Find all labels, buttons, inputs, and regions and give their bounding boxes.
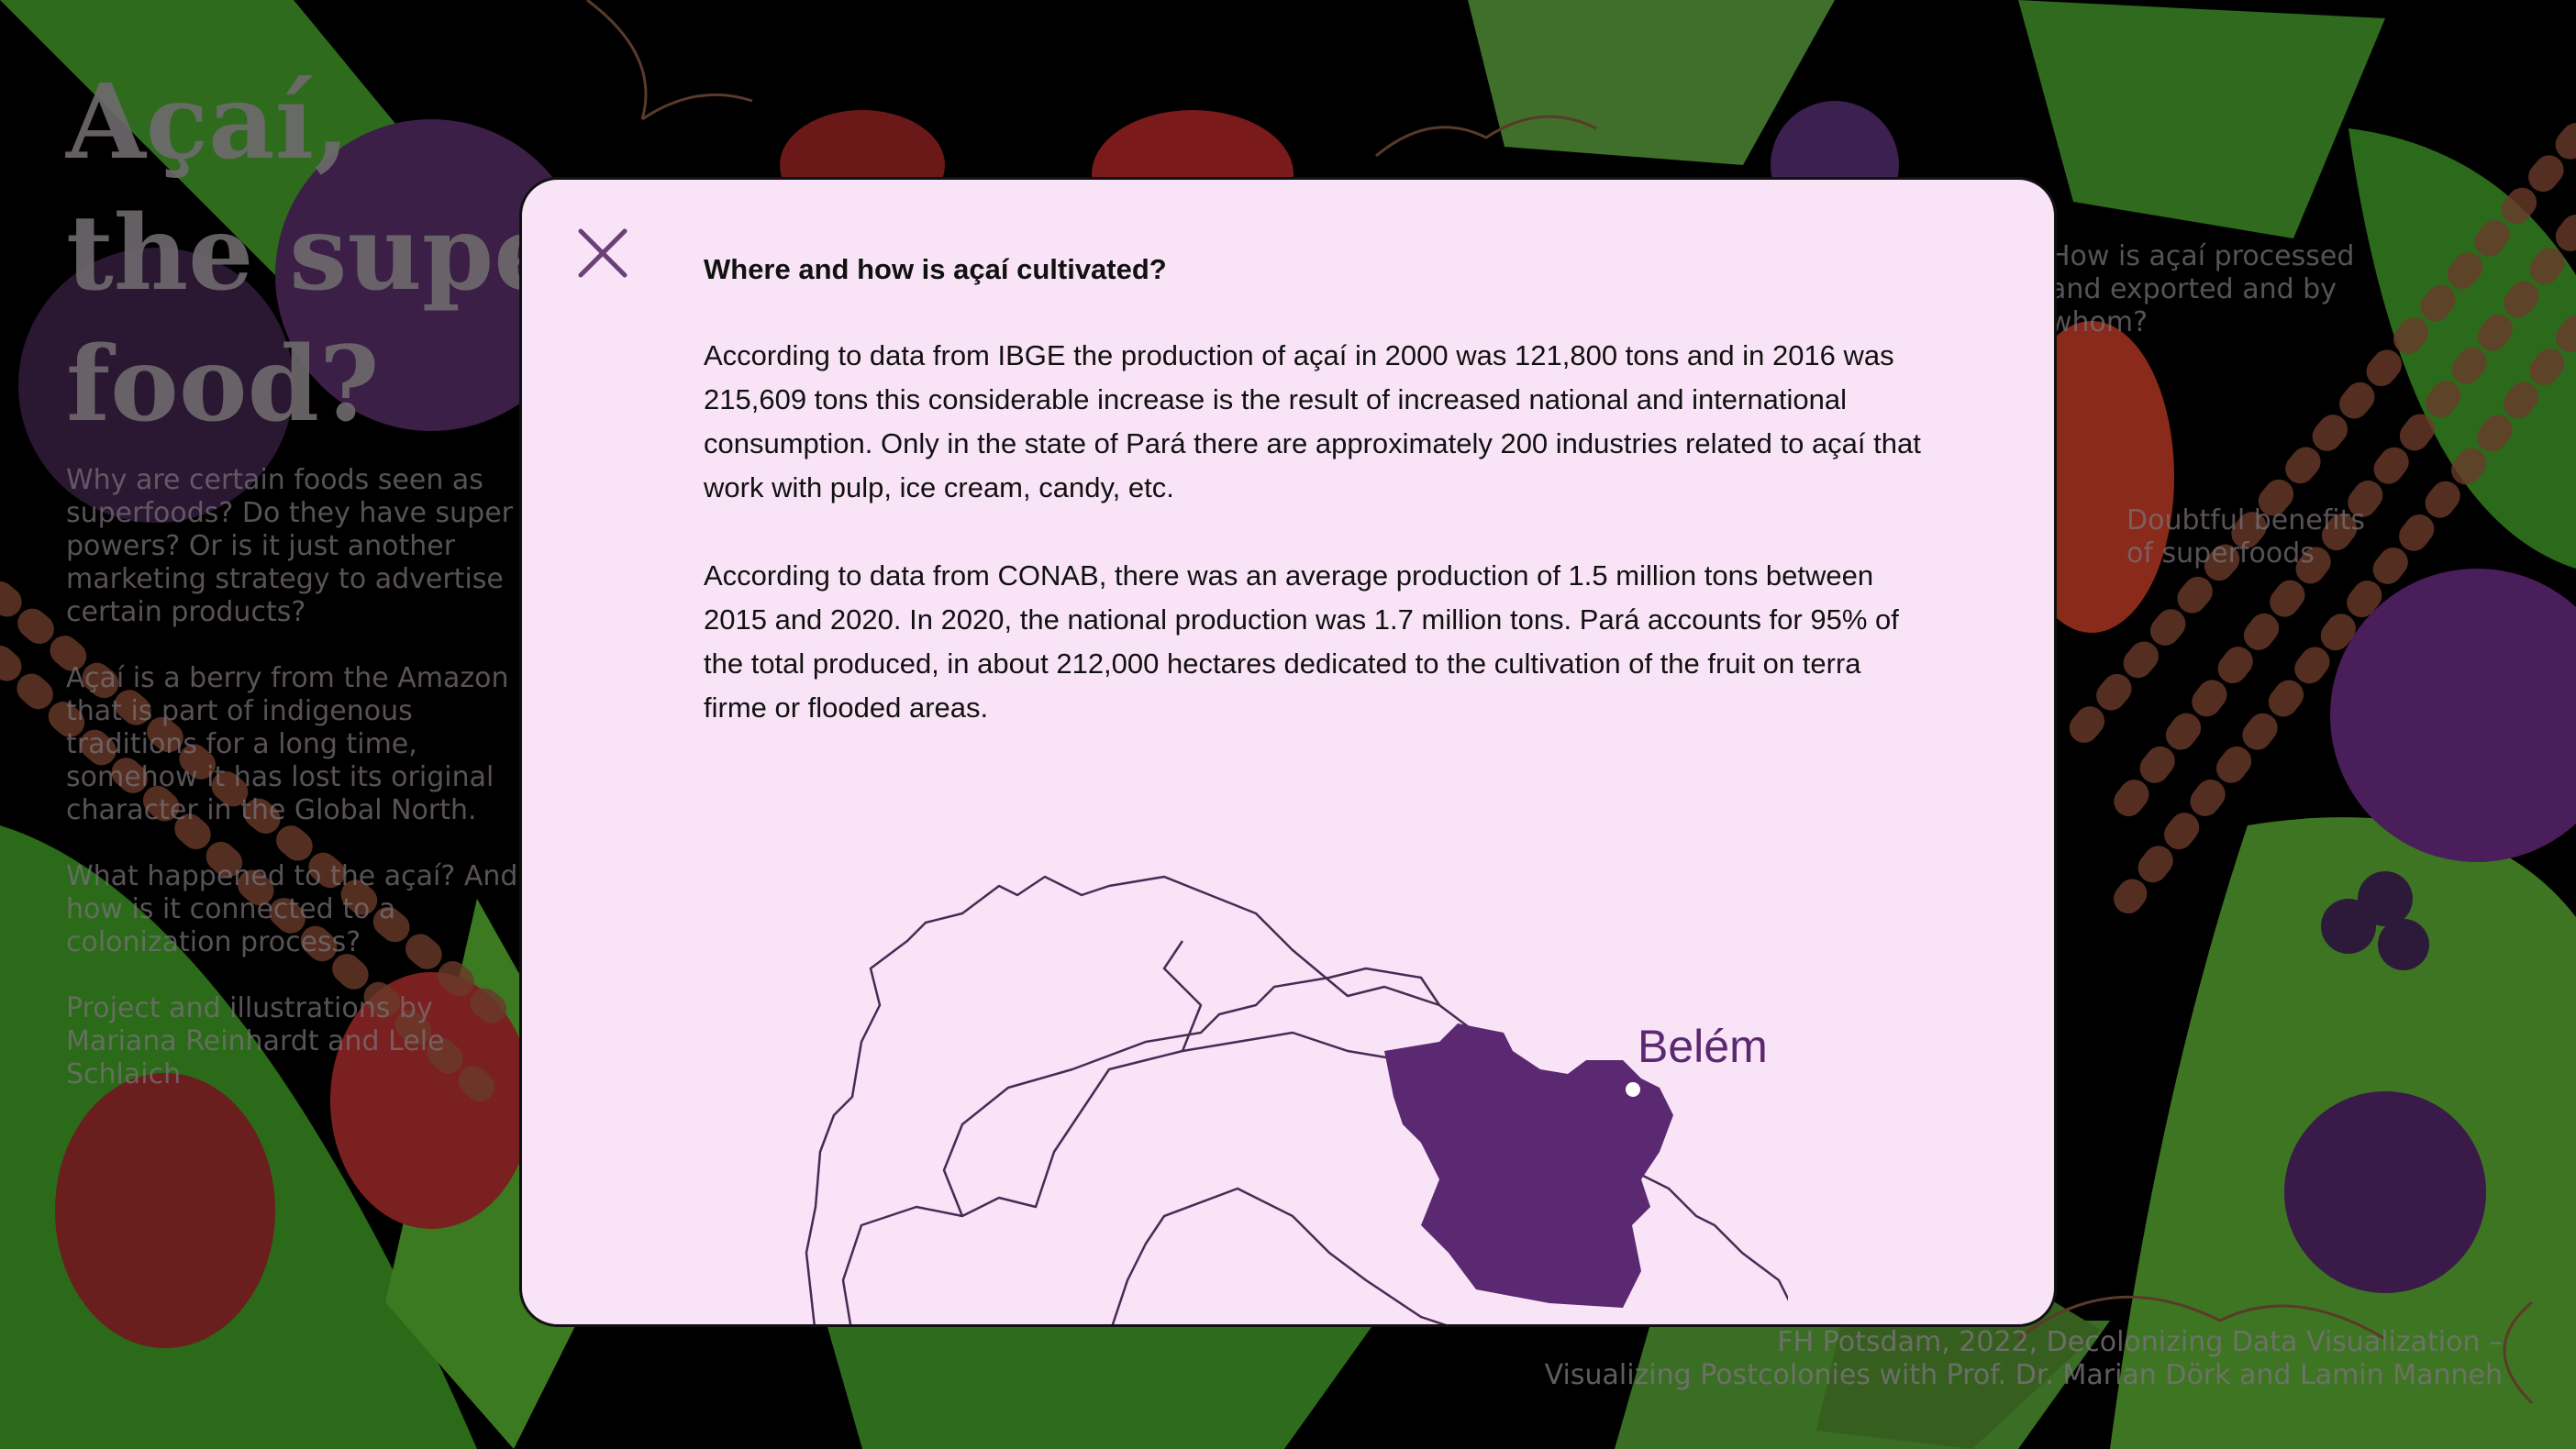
- close-icon: [578, 228, 627, 278]
- belem-marker: [1626, 1082, 1640, 1097]
- info-modal: Where and how is açaí cultivated? Accord…: [519, 177, 2057, 1327]
- intro-paragraph: What happened to the açaí? And how is it…: [66, 860, 518, 958]
- close-button[interactable]: [575, 226, 630, 281]
- belem-label: Belém: [1638, 1021, 1768, 1072]
- modal-title: Where and how is açaí cultivated?: [704, 253, 1167, 285]
- intro-paragraph: Açaí is a berry from the Amazon that is …: [66, 662, 509, 826]
- footer-credit: FH Potsdam, 2022, Decolonizing Data Visu…: [1544, 1326, 2503, 1391]
- modal-paragraph: According to data from CONAB, there was …: [704, 559, 1899, 724]
- link-doubtful-benefits[interactable]: Doubtful benefits of superfoods: [2126, 504, 2365, 570]
- state-border: [942, 967, 1441, 1217]
- para-state-highlight: [1384, 1023, 1673, 1308]
- state-border: [1111, 1187, 1447, 1324]
- state-border: [841, 1031, 1404, 1324]
- link-acai-processed[interactable]: How is açaí processed and exported and b…: [2049, 240, 2354, 339]
- modal-paragraph: According to data from IBGE the producti…: [704, 339, 1921, 503]
- intro-text: Why are certain foods seen as superfoods…: [66, 464, 543, 1124]
- credits-text: Project and illustrations by Mariana Rei…: [66, 992, 445, 1090]
- intro-paragraph: Why are certain foods seen as superfoods…: [66, 464, 514, 628]
- brazil-north-map: Belém: [805, 875, 1788, 1324]
